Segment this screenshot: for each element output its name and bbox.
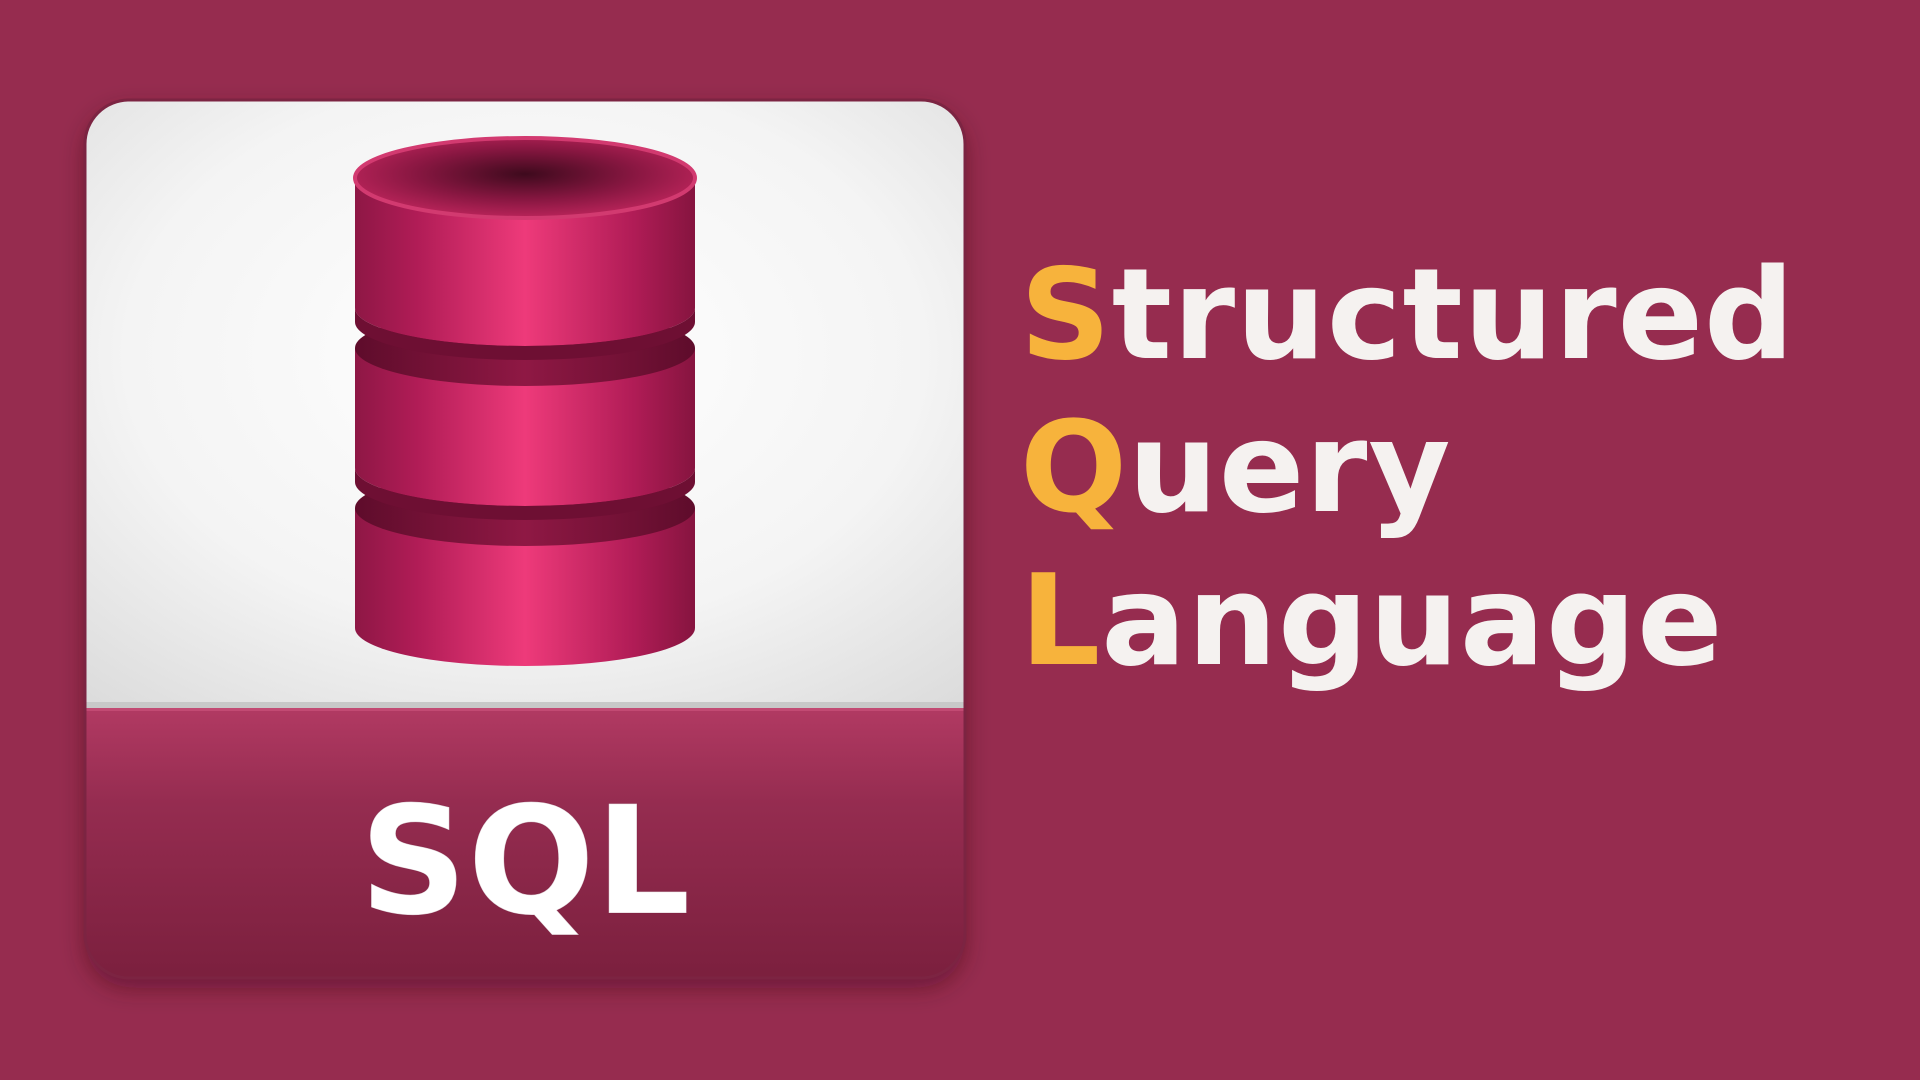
headline-line-structured: Structured: [1020, 238, 1795, 391]
headline-line-language: Language: [1020, 544, 1795, 697]
headline: Structured Query Language: [1020, 238, 1795, 697]
acronym-initial: S: [1020, 241, 1112, 388]
headline-word-rest: tructured: [1111, 241, 1796, 388]
database-cylinder-icon: [353, 136, 697, 666]
acronym-initial: Q: [1020, 394, 1129, 541]
headline-word-rest: anguage: [1101, 547, 1724, 694]
headline-line-query: Query: [1020, 391, 1795, 544]
icon-label: SQL: [359, 775, 690, 949]
headline-word-rest: uery: [1128, 394, 1452, 541]
sql-file-icon: SQL: [83, 98, 967, 986]
acronym-initial: L: [1020, 547, 1102, 694]
